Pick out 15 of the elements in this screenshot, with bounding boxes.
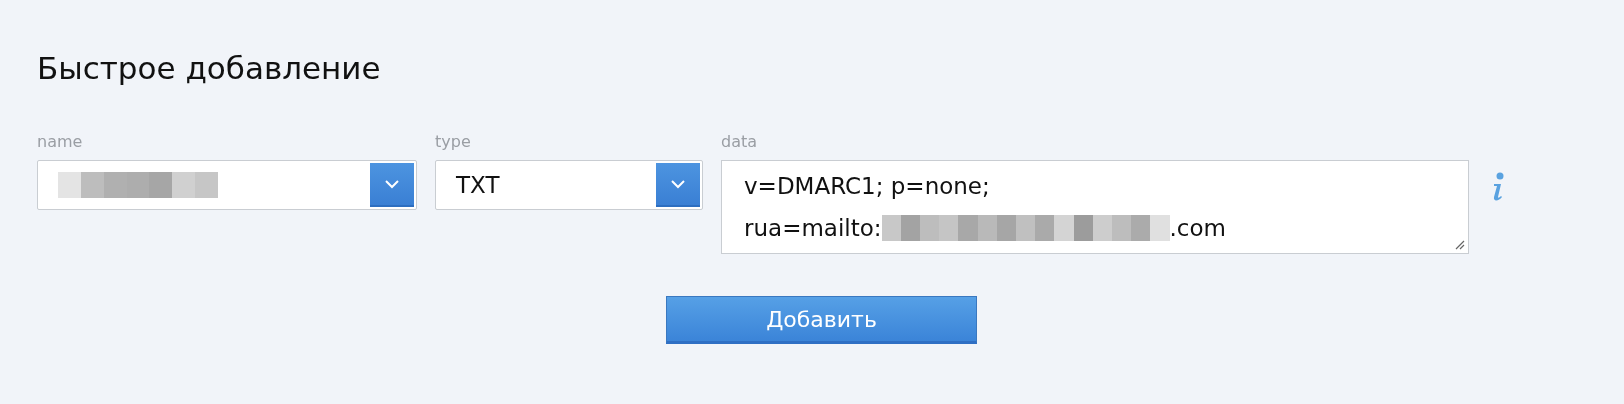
- field-label: type: [435, 132, 472, 152]
- dropdown-value: TXT: [456, 170, 500, 200]
- section-title: Быстрое добавление: [37, 49, 382, 88]
- text-line: .com: [1169, 214, 1226, 243]
- resize-handle-icon[interactable]: [1453, 238, 1465, 250]
- field-label: data: [721, 132, 759, 152]
- dropdown[interactable]: TXT: [435, 160, 703, 210]
- field-label: name: [37, 132, 84, 152]
- text-line: rua=mailto:: [744, 214, 882, 243]
- text-line: v=DMARC1; p=none;: [744, 172, 990, 201]
- text-area[interactable]: v=DMARC1; p=none; rua=mailto: .com: [721, 160, 1469, 254]
- dropdown[interactable]: [37, 160, 417, 210]
- chevron-down-icon: [670, 179, 686, 189]
- info-icon[interactable]: [1491, 172, 1505, 202]
- chevron-down-icon: [384, 179, 400, 189]
